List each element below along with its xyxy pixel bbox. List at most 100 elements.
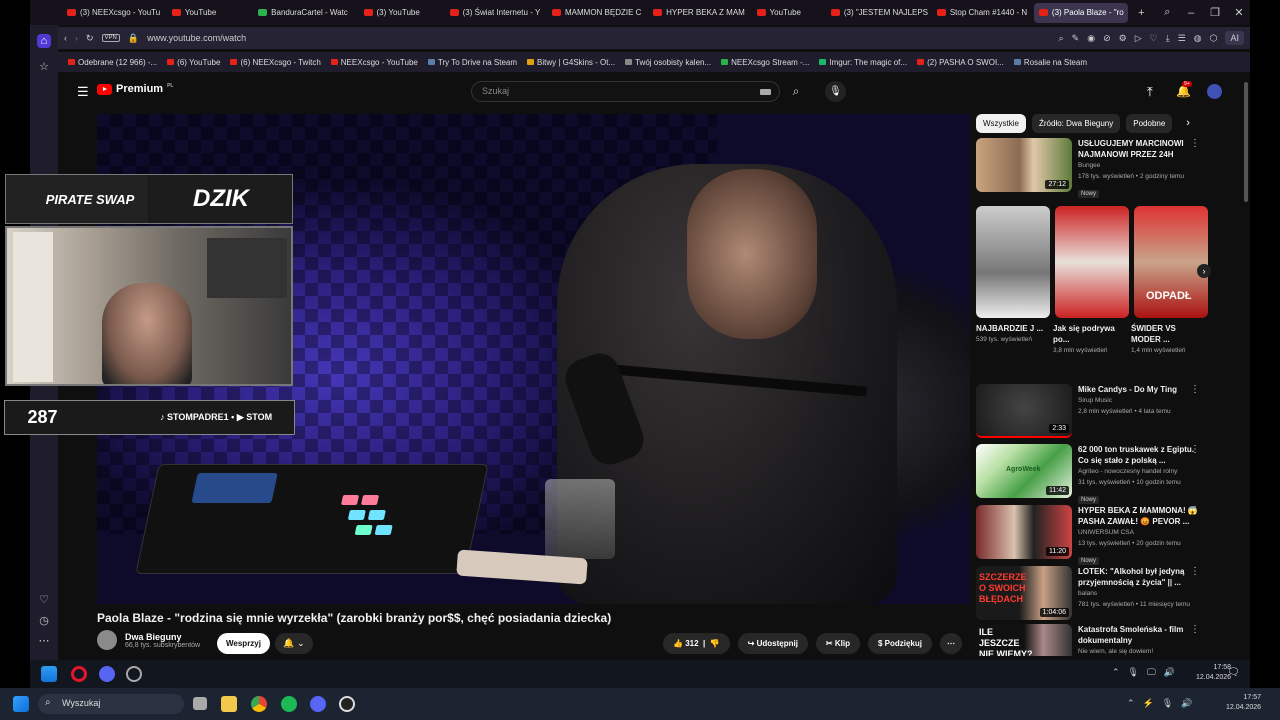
more-options-icon[interactable]: ⋮ xyxy=(1190,138,1200,149)
hamburger-menu-icon[interactable]: ☰ xyxy=(77,84,89,100)
discord-icon[interactable] xyxy=(99,666,115,682)
short-thumbnail[interactable] xyxy=(976,206,1050,318)
short-thumbnail[interactable] xyxy=(1055,206,1129,318)
star-icon[interactable]: ☆ xyxy=(37,60,51,74)
like-button[interactable]: 👍 312 | 👎 xyxy=(663,633,730,654)
opera-icon[interactable] xyxy=(71,666,87,682)
browser-tab[interactable]: YouTube xyxy=(752,3,806,23)
forward-icon[interactable]: › xyxy=(75,33,78,43)
short-info[interactable]: ŚWIDER VS MODER ... 1,4 mln wyświetleń xyxy=(1131,323,1201,356)
recommendation-title[interactable]: USŁUGUJEMY MARCINOWI NAJMANOWI PRZEZ 24H xyxy=(1078,138,1200,160)
bookmark[interactable]: NEEXcsgo Stream -... xyxy=(721,58,809,67)
heart-icon[interactable]: ♡ xyxy=(1150,33,1158,44)
more-options-icon[interactable]: ⋮ xyxy=(1190,444,1200,455)
recommendation-item[interactable]: SZCZERZE O SWOICH BŁĘDACH 1:04:06 LOTEK:… xyxy=(976,566,1206,620)
vpn-badge[interactable]: VPN xyxy=(101,34,120,42)
browser-tab[interactable]: (3) NEEXcsgo - YouTu xyxy=(62,3,165,23)
recommendation-item[interactable]: ILE JESZCZE NIE WIEMY? Katastrofa Smoleń… xyxy=(976,624,1206,656)
chevron-right-icon[interactable]: › xyxy=(1178,114,1190,133)
system-clock[interactable]: 17:57 12.04.2026 xyxy=(1226,693,1261,713)
taskbar-search-input[interactable]: Wyszukaj xyxy=(38,694,184,714)
video-thumbnail[interactable]: 11:20 xyxy=(976,505,1072,559)
video-thumbnail[interactable]: ILE JESZCZE NIE WIEMY? xyxy=(976,624,1072,656)
short-info[interactable]: NAJBARDZIE J ... 539 tys. wyświetleń xyxy=(976,323,1046,345)
download-icon[interactable]: ⤓ xyxy=(1166,33,1170,44)
more-options-icon[interactable]: ⋮ xyxy=(1190,505,1200,516)
browser-tab[interactable]: Stop Cham #1440 - N xyxy=(932,3,1032,23)
app-icon[interactable] xyxy=(126,666,142,682)
share-button[interactable]: ↪ Udostępnij xyxy=(737,633,808,654)
play-icon[interactable]: ▷ xyxy=(1135,33,1142,44)
account-avatar[interactable] xyxy=(1207,84,1222,99)
clip-button[interactable]: ✂ Klip xyxy=(815,633,860,654)
browser-tab[interactable]: (3) Świat Internetu - Y xyxy=(445,3,545,23)
more-options-icon[interactable]: ⋮ xyxy=(1190,384,1200,395)
browser-tab[interactable]: (3) "JESTEM NAJLEPS xyxy=(826,3,930,23)
reload-icon[interactable]: ↻ xyxy=(86,33,94,44)
browser-tab[interactable]: HYPER BEKA Z MAM xyxy=(648,3,749,23)
bookmark[interactable]: (6) NEEXcsgo - Twitch xyxy=(230,58,321,67)
browser-tab[interactable]: YouTube xyxy=(167,3,221,23)
windows-start-icon[interactable] xyxy=(41,666,57,682)
menu-icon[interactable]: ☰ xyxy=(1178,33,1186,44)
heart-icon[interactable]: ♡ xyxy=(37,593,51,607)
short-thumbnail[interactable]: ODPADŁ xyxy=(1134,206,1208,318)
history-icon[interactable]: ◷ xyxy=(37,614,51,628)
video-thumbnail[interactable]: AgroWeek 11:42 xyxy=(976,444,1072,498)
tray-icons[interactable]: ⌃🎙🖵🔊 xyxy=(1112,667,1183,678)
recommendation-item[interactable]: 11:20 HYPER BEKA Z MAMMONA! 😱 PASHA ZAWA… xyxy=(976,505,1206,567)
tray-icons[interactable]: ⌃⚡🎙🔊 xyxy=(1127,698,1200,709)
chip-source[interactable]: Źródło: Dwa Bieguny xyxy=(1032,114,1121,133)
browser-tab[interactable]: BandurаCartel - Watc xyxy=(253,3,352,23)
channel-name[interactable]: Dwa Bieguny xyxy=(125,632,200,642)
youtube-logo[interactable]: Premium PL xyxy=(97,83,173,95)
camera-icon[interactable]: ◉ xyxy=(1087,33,1095,44)
video-thumbnail[interactable]: SZCZERZE O SWOICH BŁĘDACH 1:04:06 xyxy=(976,566,1072,620)
extensions-icon[interactable]: ⬡ xyxy=(1210,33,1218,44)
file-explorer-icon[interactable] xyxy=(221,696,237,712)
bookmark[interactable]: Odebrane (12 966) -... xyxy=(68,58,157,67)
join-button[interactable]: Wesprzyj xyxy=(217,633,270,654)
back-icon[interactable]: ‹ xyxy=(64,33,67,43)
windows-start-icon[interactable] xyxy=(13,696,29,712)
microphone-icon[interactable]: 🎙 xyxy=(825,81,846,102)
recommendation-item[interactable]: AgroWeek 11:42 62 000 ton truskawek z Eg… xyxy=(976,444,1206,506)
block-icon[interactable]: ⊘ xyxy=(1103,33,1111,44)
chip-all[interactable]: Wszystkie xyxy=(976,114,1026,133)
channel-avatar[interactable] xyxy=(97,630,117,650)
task-view-icon[interactable] xyxy=(193,697,207,710)
bookmark[interactable]: Imgur: The magic of... xyxy=(819,58,907,67)
notification-center-icon[interactable]: 🗨 xyxy=(1227,667,1240,678)
bookmark[interactable]: Twój osobisty kalen... xyxy=(625,58,711,67)
chip-related[interactable]: Podobne xyxy=(1126,114,1173,133)
discord-icon[interactable] xyxy=(310,696,326,712)
more-options-icon[interactable]: ⋮ xyxy=(1190,624,1200,635)
bookmark[interactable]: (2) PASHA O SWOI... xyxy=(917,58,1004,67)
browser-tab[interactable]: MAMMON BĘDZIE C xyxy=(547,3,646,23)
settings-icon[interactable]: ⚙ xyxy=(1119,33,1127,44)
profile-icon[interactable]: ◍ xyxy=(1194,33,1202,44)
search-tabs-icon[interactable]: ⌕ xyxy=(1156,6,1178,19)
video-thumbnail[interactable]: 2:33 xyxy=(976,384,1072,438)
browser-tab-active[interactable]: (3) Paola Blaze - "ro xyxy=(1033,2,1129,23)
inner-clock[interactable]: 17:58 12.04.2026 xyxy=(1196,663,1231,683)
bookmark[interactable]: Rosalie na Steam xyxy=(1013,58,1087,67)
edit-icon[interactable]: ✎ xyxy=(1072,33,1080,44)
spotify-icon[interactable] xyxy=(281,696,297,712)
scrollbar[interactable] xyxy=(1244,82,1248,202)
upload-icon[interactable]: ⤒ xyxy=(1147,84,1153,100)
shorts-next-icon[interactable]: › xyxy=(1197,264,1211,278)
subscription-bell-button[interactable]: 🔔 ⌄ xyxy=(275,633,313,654)
keyboard-icon[interactable] xyxy=(760,89,771,95)
ai-button[interactable]: AI xyxy=(1225,31,1244,45)
bookmark[interactable]: Try To Drive na Steam xyxy=(427,58,517,67)
search-input[interactable]: Szukaj xyxy=(471,81,780,102)
close-icon[interactable]: ✕ xyxy=(1228,6,1250,19)
recommendation-item[interactable]: 2:33 Mike Candys - Do My Ting Sirup Musi… xyxy=(976,384,1206,438)
minimize-icon[interactable]: – xyxy=(1180,7,1202,19)
search-button[interactable]: ⌕ xyxy=(781,81,811,102)
more-icon[interactable]: ⋯ xyxy=(37,634,51,648)
more-options-icon[interactable]: ⋮ xyxy=(1190,566,1200,577)
home-icon[interactable]: ⌂ xyxy=(37,34,51,48)
new-tab-icon[interactable]: + xyxy=(1130,7,1152,19)
